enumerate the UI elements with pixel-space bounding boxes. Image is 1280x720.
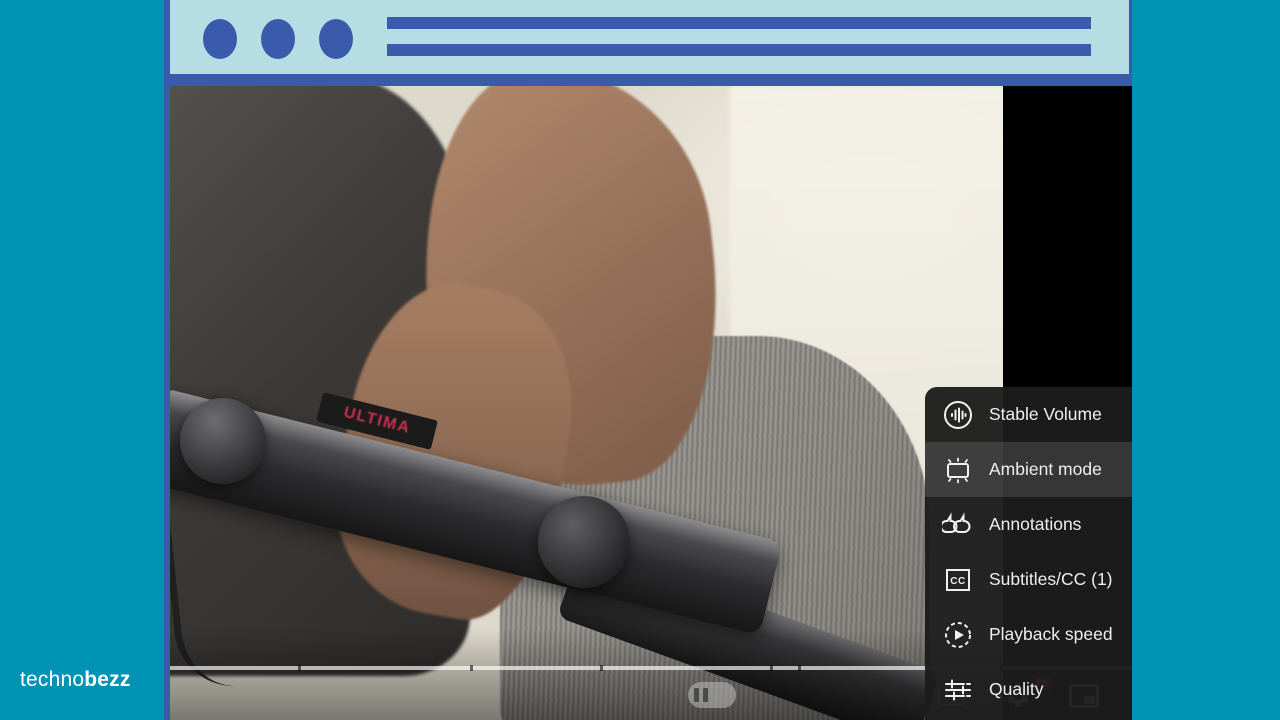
settings-label: Stable Volume bbox=[989, 404, 1102, 424]
settings-label: Subtitles/CC (1) bbox=[989, 569, 1113, 589]
watermark-part-1: techno bbox=[20, 668, 85, 691]
settings-row-playback-speed[interactable]: Playback speed Normal bbox=[925, 607, 1132, 662]
settings-label: Quality bbox=[989, 679, 1044, 699]
window-dot-1-icon[interactable] bbox=[203, 19, 237, 59]
video-player[interactable]: ULTIMA CC 4K bbox=[170, 86, 1132, 720]
technobezz-watermark: technobezz bbox=[20, 668, 131, 692]
settings-label: Playback speed bbox=[989, 624, 1113, 644]
address-bar-line-2[interactable] bbox=[387, 44, 1091, 56]
settings-label: Ambient mode bbox=[989, 459, 1102, 479]
annotations-icon bbox=[941, 508, 975, 542]
playback-speed-icon bbox=[941, 618, 975, 652]
subtitles-cc-icon: CC bbox=[941, 563, 975, 597]
window-dot-2-icon[interactable] bbox=[261, 19, 295, 59]
ambient-mode-icon bbox=[941, 453, 975, 487]
stable-volume-icon bbox=[941, 398, 975, 432]
browser-toolbar bbox=[170, 0, 1129, 74]
play-pause-button[interactable] bbox=[688, 671, 736, 719]
settings-row-stable-volume[interactable]: Stable Volume bbox=[925, 387, 1132, 442]
watermark-part-2: bezz bbox=[84, 668, 131, 691]
settings-row-ambient-mode[interactable]: Ambient mode bbox=[925, 442, 1132, 497]
settings-row-annotations[interactable]: Annotations bbox=[925, 497, 1132, 552]
video-frame: ULTIMA bbox=[170, 86, 1003, 720]
quality-icon bbox=[941, 673, 975, 707]
address-bar-line-1[interactable] bbox=[387, 17, 1091, 29]
pause-icon bbox=[688, 682, 736, 708]
monitor-arm-joint-2 bbox=[538, 496, 630, 588]
settings-row-quality[interactable]: Quality Auto (2160p 4K) bbox=[925, 662, 1132, 717]
settings-label: Annotations bbox=[989, 514, 1082, 534]
svg-text:CC: CC bbox=[950, 576, 965, 587]
settings-row-subtitles-cc[interactable]: CC Subtitles/CC (1) Off bbox=[925, 552, 1132, 607]
window-dot-3-icon[interactable] bbox=[319, 19, 353, 59]
settings-menu-panel[interactable]: Stable Volume Ambient mode Annotations C… bbox=[925, 387, 1132, 720]
